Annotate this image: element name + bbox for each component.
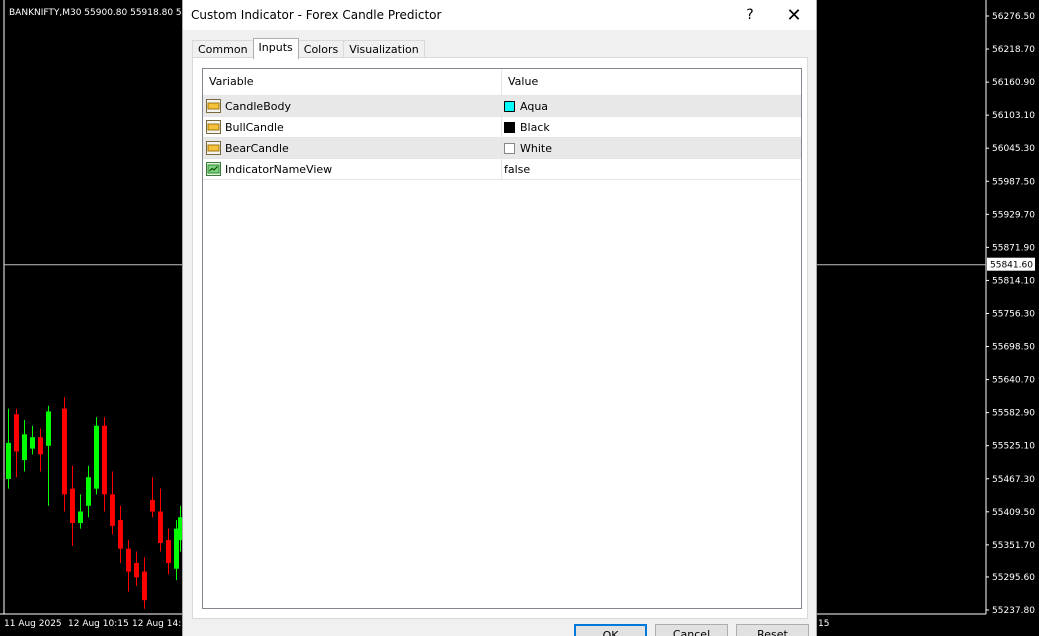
close-button[interactable]: ✕ — [772, 0, 816, 30]
candle-body — [86, 477, 91, 506]
price-tick-label: 56218.70 — [992, 45, 1035, 55]
value-cell[interactable]: false — [502, 159, 801, 179]
variable-name: CandleBody — [225, 99, 291, 113]
price-tick-label: 55409.50 — [992, 508, 1035, 518]
time-tick-label: 11 Aug 2025 — [4, 619, 62, 629]
variable-cell[interactable]: CandleBody — [203, 96, 502, 116]
price-tick-label: 55525.10 — [992, 442, 1035, 452]
candle-body — [78, 511, 83, 523]
dialog-buttons: OK Cancel Reset — [183, 624, 816, 636]
price-tick-label: 55987.50 — [992, 177, 1035, 187]
candle-body — [14, 414, 19, 452]
price-tick-label: 55756.30 — [992, 309, 1035, 319]
variable-name: BullCandle — [225, 120, 284, 134]
price-tick-label: 56160.90 — [992, 78, 1035, 88]
candle-body — [38, 437, 43, 455]
value-text: Black — [520, 120, 550, 134]
color-swatch — [504, 121, 515, 133]
value-text: false — [504, 162, 531, 176]
candle-body — [94, 425, 99, 489]
column-header-value[interactable]: Value — [502, 69, 801, 95]
inputs-grid: Variable Value CandleBody Aqua BullCandl… — [202, 68, 802, 609]
variable-name: BearCandle — [225, 141, 289, 155]
grid-header: Variable Value — [203, 69, 801, 96]
value-text: White — [520, 141, 552, 155]
bool-param-icon — [206, 162, 221, 176]
price-tick-label: 56276.50 — [992, 12, 1035, 22]
candle-body — [46, 411, 51, 446]
candle-body — [22, 434, 27, 461]
inputs-tab-panel: Variable Value CandleBody Aqua BullCandl… — [192, 57, 808, 619]
variable-cell[interactable]: IndicatorNameView — [203, 159, 502, 179]
table-row[interactable]: BullCandle Black — [203, 117, 801, 138]
variable-name: IndicatorNameView — [225, 162, 333, 176]
dialog-tabs: Common Inputs Colors Visualization — [192, 38, 425, 59]
custom-indicator-dialog: Custom Indicator - Forex Candle Predicto… — [182, 0, 817, 636]
time-tick-label: 12 Aug 14:1 — [132, 619, 187, 629]
candle-body — [126, 548, 131, 572]
table-row[interactable]: IndicatorNameView false — [203, 159, 801, 180]
value-text: Aqua — [520, 99, 549, 113]
price-tick-label: 55698.50 — [992, 343, 1035, 353]
time-tick-label: 15 — [818, 619, 829, 629]
price-tick-label: 56103.10 — [992, 111, 1035, 121]
color-param-icon — [206, 141, 221, 155]
value-cell[interactable]: Aqua — [502, 96, 801, 116]
variable-cell[interactable]: BullCandle — [203, 117, 502, 137]
price-tick-label: 55295.60 — [992, 573, 1035, 583]
value-cell[interactable]: Black — [502, 117, 801, 137]
price-tick-label: 55814.10 — [992, 276, 1035, 286]
candle-body — [158, 511, 163, 543]
candle-body — [134, 562, 139, 578]
dialog-title: Custom Indicator - Forex Candle Predicto… — [191, 8, 442, 22]
candle-body — [70, 488, 75, 523]
candle-body — [110, 494, 115, 526]
tab-inputs[interactable]: Inputs — [252, 38, 299, 59]
table-row[interactable]: BearCandle White — [203, 138, 801, 159]
chart-symbol-title: BANKNIFTY,M30 55900.80 55918.80 55 — [9, 8, 188, 18]
candle-body — [142, 571, 147, 601]
price-tick-label: 55582.90 — [992, 409, 1035, 419]
help-button[interactable]: ? — [728, 0, 772, 30]
color-param-icon — [206, 120, 221, 134]
price-tick-label: 55929.70 — [992, 210, 1035, 220]
variable-cell[interactable]: BearCandle — [203, 138, 502, 158]
time-tick-label: 12 Aug 10:15 — [68, 619, 129, 629]
ok-button[interactable]: OK — [574, 624, 647, 636]
dialog-titlebar: Custom Indicator - Forex Candle Predicto… — [183, 0, 816, 30]
help-icon: ? — [746, 7, 754, 23]
reset-button[interactable]: Reset — [736, 624, 809, 636]
value-cell[interactable]: White — [502, 138, 801, 158]
current-price-label: 55841.60 — [990, 261, 1033, 271]
cancel-button[interactable]: Cancel — [655, 624, 728, 636]
price-tick-label: 56045.30 — [992, 144, 1035, 154]
color-param-icon — [206, 99, 221, 113]
candle-body — [102, 425, 107, 495]
price-tick-label: 55871.90 — [992, 243, 1035, 253]
candle-body — [150, 500, 155, 512]
price-tick-label: 55237.80 — [992, 606, 1035, 616]
color-swatch — [504, 142, 515, 154]
color-swatch — [504, 100, 515, 112]
price-tick-label: 55640.70 — [992, 376, 1035, 386]
close-icon: ✕ — [786, 4, 802, 26]
price-tick-label: 55467.30 — [992, 475, 1035, 485]
candle-body — [62, 408, 67, 495]
table-row[interactable]: CandleBody Aqua — [203, 96, 801, 117]
candle-body — [30, 437, 35, 449]
candle-body — [6, 442, 11, 479]
candle-body — [118, 520, 123, 549]
candle-body — [166, 540, 171, 563]
price-tick-label: 55351.70 — [992, 541, 1035, 551]
column-header-variable[interactable]: Variable — [203, 69, 502, 95]
